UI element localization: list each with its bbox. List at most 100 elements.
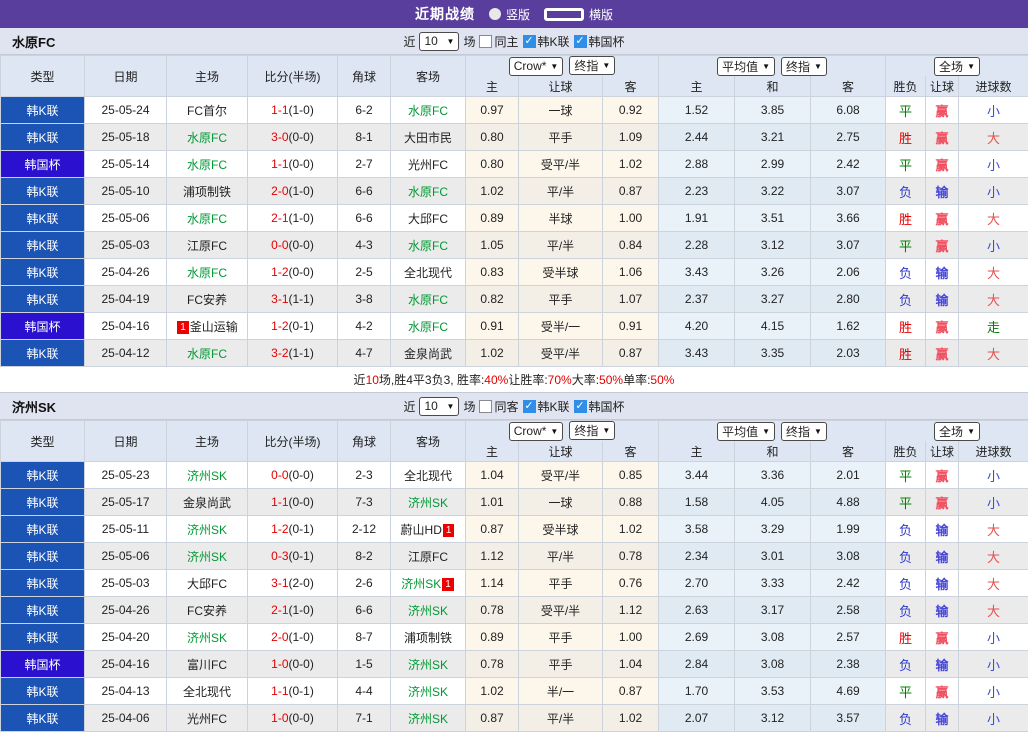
team-name-text: 全北现代 [404, 469, 452, 483]
avg-draw-cell: 4.05 [735, 489, 811, 516]
match-type-cell: 韩K联 [1, 232, 85, 259]
away-team-cell: 济州SK [391, 489, 466, 516]
avg-home-cell: 2.34 [659, 543, 735, 570]
match-row: 韩K联25-04-26水原FC1-2(0-0)2-5全北现代0.83受半球1.0… [1, 259, 1028, 286]
home-odds-cell: 1.01 [466, 489, 519, 516]
match-type-cell: 韩K联 [1, 340, 85, 367]
bookmaker-select[interactable]: Crow*▼ [509, 57, 564, 76]
avg-home-cell: 2.84 [659, 651, 735, 678]
sub-col-header: 主 [659, 441, 735, 462]
match-type-cell: 韩K联 [1, 705, 85, 732]
corner-cell: 4-4 [338, 678, 391, 705]
layout-radio-horizontal[interactable]: 横版 [544, 6, 613, 23]
radio-unselected-icon[interactable] [489, 8, 501, 20]
score-cell: 3-1(1-1) [248, 286, 338, 313]
halftime-score: (0-1) [289, 549, 314, 563]
col-header: 客场 [391, 56, 466, 97]
corner-cell: 2-12 [338, 516, 391, 543]
result-cell: 胜 [886, 624, 926, 651]
handicap-result-cell: 赢 [926, 624, 959, 651]
fulltime-select[interactable]: 全场▼ [934, 57, 980, 76]
radio-selected-icon[interactable] [544, 8, 584, 21]
score-cell: 1-1(0-0) [248, 489, 338, 516]
league-checkbox[interactable]: 韩K联 [523, 33, 570, 50]
avg-draw-cell: 3.35 [735, 340, 811, 367]
handicap-result-cell: 输 [926, 543, 959, 570]
match-count-select[interactable]: 10 ▼ [419, 397, 459, 416]
fulltime-score: 1-1 [271, 103, 288, 117]
col-header: 比分(半场) [248, 56, 338, 97]
team-name-text: 济州SK [187, 631, 227, 645]
goals-result-cell: 小 [959, 705, 1028, 732]
match-type-cell: 韩国杯 [1, 651, 85, 678]
match-count-select[interactable]: 10 ▼ [419, 32, 459, 51]
avg-final-select[interactable]: 终指▼ [781, 422, 827, 441]
checkbox-icon[interactable] [479, 35, 492, 48]
chevron-down-icon: ▼ [814, 62, 822, 71]
page-title: 近期战绩 [415, 4, 475, 24]
avg-draw-cell: 3.36 [735, 462, 811, 489]
sub-col-header: 客 [811, 441, 886, 462]
home-team-cell: 水原FC [167, 205, 248, 232]
average-select[interactable]: 平均值▼ [717, 422, 775, 441]
fulltime-select[interactable]: 全场▼ [934, 422, 980, 441]
home-team-cell: 浦项制铁 [167, 178, 248, 205]
layout-radio-vertical[interactable]: 竖版 [489, 6, 530, 23]
score-cell: 2-1(1-0) [248, 597, 338, 624]
sub-col-header: 客 [811, 76, 886, 97]
away-team-cell: 江原FC [391, 543, 466, 570]
cup-checkbox[interactable]: 韩国杯 [574, 33, 625, 50]
sub-col-header: 胜负 [886, 441, 926, 462]
avg-away-cell: 4.88 [811, 489, 886, 516]
summary-text: 70% [548, 373, 572, 387]
chevron-down-icon: ▼ [967, 62, 975, 71]
cup-label: 韩国杯 [589, 33, 625, 50]
away-odds-cell: 1.04 [603, 651, 659, 678]
checkbox-icon[interactable] [574, 35, 587, 48]
away-odds-cell: 0.78 [603, 543, 659, 570]
average-select-value: 平均值 [722, 423, 758, 440]
checkbox-icon[interactable] [523, 35, 536, 48]
checkbox-icon[interactable] [479, 400, 492, 413]
match-date-cell: 25-05-11 [85, 516, 167, 543]
result-cell: 胜 [886, 340, 926, 367]
cup-checkbox[interactable]: 韩国杯 [574, 398, 625, 415]
result-cell: 负 [886, 286, 926, 313]
summary-row: 近10场,胜4平3负3, 胜率:40% 让胜率:70% 大率:50% 单率:50… [0, 367, 1028, 393]
corner-cell: 6-6 [338, 178, 391, 205]
sub-col-header: 让球 [926, 76, 959, 97]
final-odds-select[interactable]: 终指▼ [569, 421, 615, 440]
match-type-cell: 韩K联 [1, 286, 85, 313]
halftime-score: (0-1) [289, 522, 314, 536]
fulltime-score: 3-2 [271, 346, 288, 360]
away-team-cell: 光州FC [391, 151, 466, 178]
home-odds-cell: 1.02 [466, 678, 519, 705]
checkbox-icon[interactable] [574, 400, 587, 413]
team-section-suwon: 水原FC 近 10 ▼ 场 同主 韩K联 韩国杯 [0, 28, 1028, 393]
final-odds-select[interactable]: 终指▼ [569, 56, 615, 75]
league-checkbox[interactable]: 韩K联 [523, 398, 570, 415]
away-odds-cell: 0.87 [603, 178, 659, 205]
average-select[interactable]: 平均值▼ [717, 57, 775, 76]
handicap-cell: 一球 [519, 489, 603, 516]
fulltime-score: 1-2 [271, 522, 288, 536]
avg-final-select[interactable]: 终指▼ [781, 57, 827, 76]
team-filter-row: 济州SK 近 10 ▼ 场 同客 韩K联 韩国杯 [0, 393, 1028, 420]
handicap-result-cell: 输 [926, 570, 959, 597]
score-cell: 1-1(1-0) [248, 97, 338, 124]
checkbox-icon[interactable] [523, 400, 536, 413]
home-team-cell: 江原FC [167, 232, 248, 259]
sub-col-header: 进球数 [959, 441, 1028, 462]
match-row: 韩K联25-05-18水原FC3-0(0-0)8-1大田市民0.80平手1.09… [1, 124, 1028, 151]
away-odds-cell: 1.02 [603, 151, 659, 178]
result-cell: 负 [886, 516, 926, 543]
away-team-cell: 浦项制铁 [391, 624, 466, 651]
summary-text: 场,胜4平3负3, 胜率: [379, 371, 484, 388]
same-venue-checkbox[interactable]: 同主 [479, 33, 518, 50]
avg-home-cell: 1.52 [659, 97, 735, 124]
away-team-cell: 济州SK [391, 597, 466, 624]
bookmaker-select[interactable]: Crow*▼ [509, 422, 564, 441]
match-type-cell: 韩K联 [1, 678, 85, 705]
away-odds-cell: 0.87 [603, 678, 659, 705]
same-venue-checkbox[interactable]: 同客 [479, 398, 518, 415]
